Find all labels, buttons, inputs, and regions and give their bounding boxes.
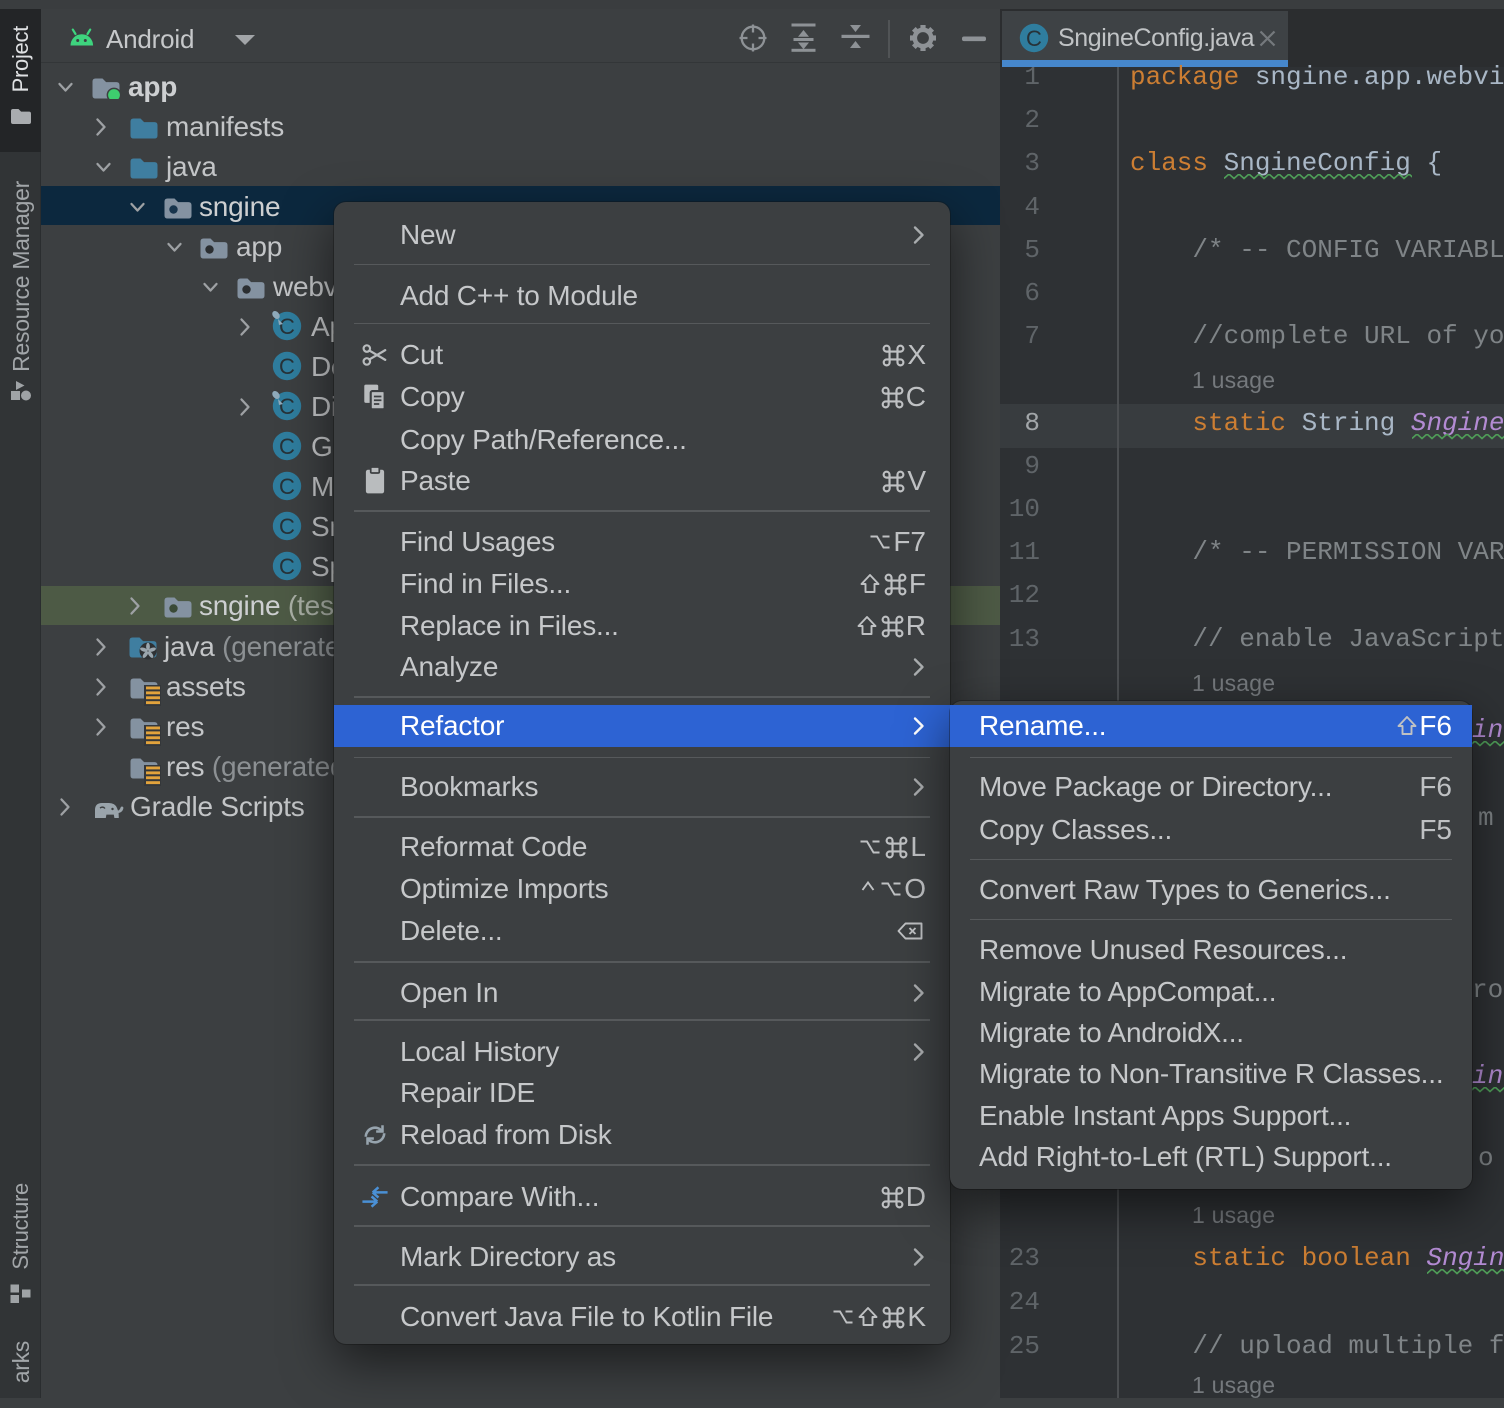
svg-text:C: C [279,554,295,579]
svg-text:C: C [279,354,295,379]
svg-text:C: C [279,394,295,419]
svg-text:C: C [279,514,295,539]
svg-text:C: C [279,434,295,459]
svg-text:C: C [279,314,295,339]
svg-text:C: C [279,474,295,499]
svg-text:C: C [1026,26,1042,51]
